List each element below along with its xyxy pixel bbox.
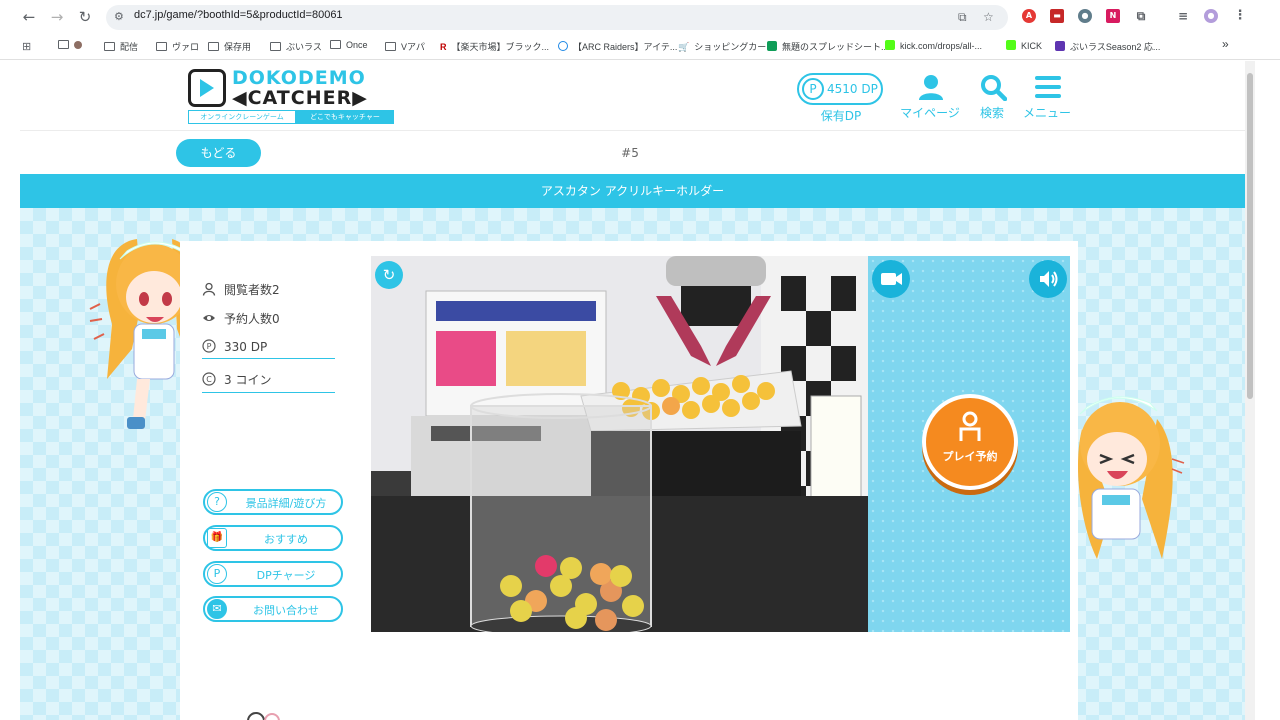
forward-arrow-icon[interactable]: →	[48, 8, 66, 26]
media-control-icon[interactable]: ≡	[1176, 9, 1190, 23]
logo-subtitle: オンラインクレーンゲーム どこでもキャッチャー	[188, 110, 394, 124]
bookmark-folder-valo[interactable]: ヴァロ	[156, 40, 199, 53]
mail-icon: ✉	[207, 599, 227, 619]
product-title-bar: アスカタン アクリルキーホルダー	[20, 174, 1245, 208]
dp-balance-value: 4510 DP	[827, 82, 878, 96]
address-bar[interactable]: ⚙ dc7.jp/game/?boothId=5&productId=80061…	[106, 5, 1008, 30]
bookmark-shopping-cart[interactable]: 🛒 ショッピングカート	[678, 40, 775, 53]
svg-text:C: C	[206, 375, 212, 384]
dokodemo-catcher-logo[interactable]: DOKODEMO ◀CATCHER▶ オンラインクレーンゲーム どこでもキャッチ…	[188, 67, 394, 125]
back-button[interactable]: もどる	[176, 139, 261, 167]
extensions-puzzle-icon[interactable]: ⧉	[1134, 9, 1148, 23]
page-scrollbar[interactable]	[1245, 61, 1255, 720]
question-icon: ?	[207, 492, 227, 512]
reload-icon[interactable]: ↻	[76, 8, 94, 26]
sound-toggle-button[interactable]	[1029, 260, 1067, 298]
bookmark-spreadsheet[interactable]: 無題のスプレッドシート...	[767, 40, 889, 53]
user-icon	[919, 75, 943, 100]
browser-toolbar: ← → ↻ ⚙ dc7.jp/game/?boothId=5&productId…	[0, 0, 1280, 34]
window-gutter	[1255, 61, 1280, 720]
bookmark-arc-raiders[interactable]: 【ARC Raiders】アイテ...	[558, 40, 677, 53]
reservation-count: 予約人数0	[202, 310, 280, 327]
viewer-count: 閲覧者数2	[202, 281, 280, 298]
logo-line1: DOKODEMO	[232, 67, 366, 89]
menu-button[interactable]: メニュー	[1012, 73, 1082, 123]
crane-machine-view	[371, 256, 868, 632]
site-header: DOKODEMO ◀CATCHER▶ オンラインクレーンゲーム どこでもキャッチ…	[20, 61, 1245, 131]
eye-icon	[203, 315, 215, 321]
extension-n-icon[interactable]: N	[1106, 9, 1120, 23]
coin-cost: C3 コイン	[202, 371, 335, 393]
url-text: dc7.jp/game/?boothId=5&productId=80061	[134, 9, 343, 21]
control-panel: プレイ予約	[868, 256, 1070, 632]
mypage-button[interactable]: マイページ	[895, 73, 965, 123]
dp-balance[interactable]: P 4510 DP	[797, 73, 883, 105]
install-app-icon[interactable]: ⧉	[958, 10, 967, 25]
bookmark-rakuten[interactable]: R 【楽天市場】ブラック...	[440, 40, 549, 53]
claw-icon	[959, 411, 981, 441]
dp-cost: P 330 DP	[202, 339, 335, 359]
prize-details-button[interactable]: ? 景品詳細/遊び方	[203, 489, 343, 515]
scrollbar-thumb[interactable]	[1247, 73, 1253, 399]
subheader: もどる #5	[20, 131, 1245, 174]
person-icon	[202, 282, 216, 296]
video-camera-icon	[881, 273, 902, 285]
extension-red-icon[interactable]: ▬	[1050, 9, 1064, 23]
p-coin-icon: P	[207, 564, 227, 584]
camera-switch-button[interactable]	[872, 260, 910, 298]
play-reserve-label: プレイ予約	[942, 450, 998, 463]
live-camera-stream[interactable]: ↻	[371, 256, 868, 632]
site-settings-icon[interactable]: ⚙	[114, 10, 128, 24]
page-viewport: DOKODEMO ◀CATCHER▶ オンラインクレーンゲーム どこでもキャッチ…	[20, 61, 1245, 720]
dp-coin-icon: P	[802, 78, 824, 100]
refresh-stream-button[interactable]: ↻	[375, 261, 403, 289]
bookmark-kick-drops[interactable]: kick.com/drops/all-...	[885, 40, 982, 51]
chrome-menu-icon[interactable]: ⋮	[1233, 9, 1247, 23]
recommend-button[interactable]: 🎁 おすすめ	[203, 525, 343, 551]
game-card: 閲覧者数2 予約人数0 P 330 DP C3 コイン ? 景品詳細/遊び方 🎁 …	[180, 241, 1078, 720]
gift-icon: 🎁	[207, 528, 227, 548]
back-arrow-icon[interactable]: ←	[20, 8, 38, 26]
logo-line2: ◀CATCHER▶	[232, 87, 368, 109]
hamburger-menu-icon	[1035, 76, 1061, 98]
dp-charge-button[interactable]: P DPチャージ	[203, 561, 343, 587]
p-coin-icon: P	[202, 339, 216, 353]
search-icon	[981, 75, 1007, 101]
lower-panel-illustration	[247, 712, 280, 720]
bookmark-kick[interactable]: KICK	[1006, 40, 1042, 51]
apps-grid-icon[interactable]: ⊞	[22, 40, 31, 53]
c-coin-icon: C	[202, 372, 216, 386]
extension-globe-icon[interactable]: ●	[1078, 9, 1092, 23]
bookmark-folder-vlas[interactable]: ぶいラス	[270, 40, 322, 53]
bookmark-vlas-season2[interactable]: ぶいラスSeason2 応...	[1055, 40, 1160, 53]
booth-number: #5	[621, 146, 639, 160]
dp-balance-label: 保有DP	[820, 109, 862, 123]
lower-panel-right	[634, 683, 1078, 720]
speaker-icon	[1040, 271, 1058, 287]
mascot-girl-right	[1077, 396, 1185, 559]
bookmarks-overflow-button[interactable]: »	[1222, 37, 1229, 51]
logo-mark-icon	[188, 69, 226, 107]
bookmark-folder-once[interactable]: Once	[330, 40, 368, 50]
adblock-extension-icon[interactable]: A	[1022, 9, 1036, 23]
bookmark-star-icon[interactable]: ☆	[983, 10, 994, 24]
lower-panel-left	[180, 683, 624, 720]
play-reserve-button[interactable]: プレイ予約	[922, 394, 1018, 490]
contact-button[interactable]: ✉ お問い合わせ	[203, 596, 343, 622]
bookmarks-bar: ⊞ 配信 ヴァロ 保存用 ぶいラス Once Vアパ R 【楽天市場】ブラック..…	[0, 34, 1280, 60]
bookmark-folder-hozon[interactable]: 保存用	[208, 40, 251, 53]
bookmark-folder-vapa[interactable]: Vアパ	[385, 40, 425, 53]
bookmark-folder-blank[interactable]	[58, 40, 82, 50]
svg-text:P: P	[207, 342, 212, 351]
profile-avatar[interactable]: ●	[1204, 9, 1218, 23]
bookmark-folder-haishin[interactable]: 配信	[104, 40, 138, 53]
